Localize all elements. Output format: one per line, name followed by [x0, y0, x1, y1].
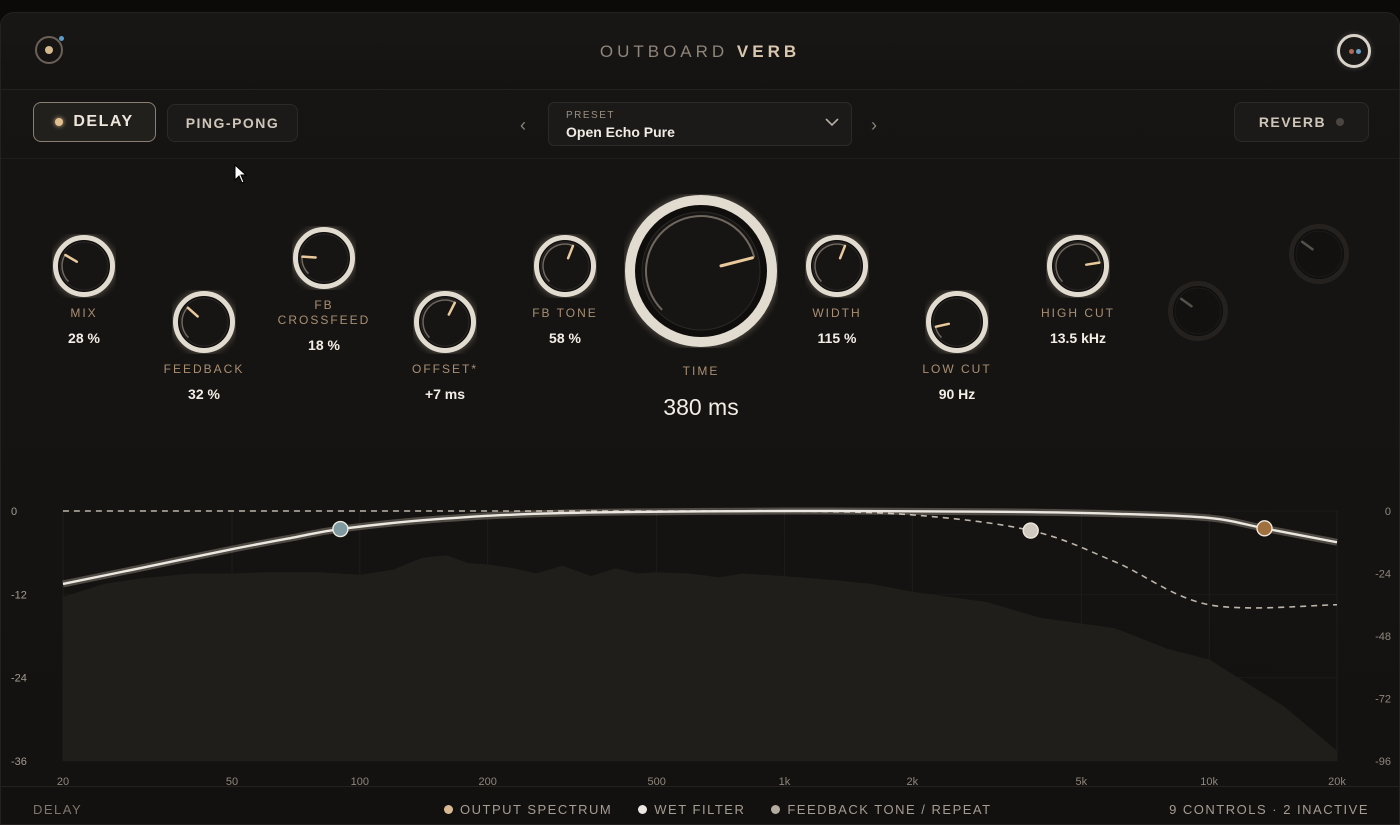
title-bold: VERB [736, 42, 801, 61]
chevron-down-icon [825, 114, 839, 130]
knob-fb-crossfeed[interactable]: FB CROSSFEED 18 % [269, 226, 379, 353]
knob-feedback-dial[interactable] [172, 290, 236, 354]
plugin-title: OUTBOARD VERB [1, 42, 1399, 62]
footer-bar: DELAY OUTPUT SPECTRUM WET FILTER FEEDBACK … [1, 786, 1399, 824]
knob-high-cut-label: HIGH CUT [1041, 306, 1115, 320]
right-axis-tick: 0 [1385, 506, 1391, 518]
knob-low-cut-value: 90 Hz [938, 386, 976, 402]
right-axis-tick: -48 [1375, 631, 1391, 643]
knob-inactive-2-dial [1289, 224, 1349, 284]
preset-value: Open Echo Pure [566, 124, 675, 140]
knob-time-dial[interactable] [624, 194, 778, 348]
left-axis-tick: -24 [11, 673, 27, 685]
right-axis-tick: -72 [1375, 694, 1391, 706]
legend-label: FEEDBACK TONE / REPEAT [787, 802, 992, 817]
power-dot-right [1356, 49, 1361, 54]
knob-width-label: WIDTH [812, 306, 862, 320]
preset-label: PRESET [566, 110, 616, 121]
knob-low-cut-label: LOW CUT [922, 362, 992, 376]
knob-mix[interactable]: MIX 28 % [29, 234, 139, 346]
power-dot-left [1349, 49, 1354, 54]
left-axis-tick: -12 [11, 589, 27, 601]
preset-next-button[interactable]: › [871, 115, 877, 136]
knob-offset-dial[interactable] [413, 290, 477, 354]
left-axis-tick: -36 [11, 756, 27, 768]
knob-feedback-value: 32 % [188, 386, 220, 402]
ping-pong-label: PING-PONG [185, 115, 280, 131]
reverb-led-icon [1336, 118, 1345, 126]
legend-swatch-icon [638, 805, 648, 814]
power-icon[interactable] [1337, 34, 1371, 68]
footer-mode-label: DELAY [33, 802, 83, 817]
knob-width-value: 115 % [817, 330, 857, 346]
knob-offset-label: OFFSET* [411, 362, 478, 376]
title-light: OUTBOARD [599, 42, 729, 61]
knob-high-cut-dial[interactable] [1046, 234, 1110, 298]
knob-width[interactable]: WIDTH 115 % [782, 234, 892, 346]
knob-width-dial[interactable] [805, 234, 869, 298]
legend-label: WET FILTER [654, 802, 746, 817]
delay-button[interactable]: DELAY [33, 102, 156, 142]
toolbar: DELAY PING-PONG ‹ PRESET Open Echo Pure … [1, 90, 1399, 159]
mouse-cursor-icon [234, 164, 248, 184]
knob-mix-value: 28 % [68, 330, 100, 346]
delay-button-label: DELAY [73, 113, 134, 130]
reverb-button-label: REVERB [1258, 114, 1327, 130]
knob-low-cut[interactable]: LOW CUT 90 Hz [902, 290, 1012, 402]
knob-high-cut-value: 13.5 kHz [1049, 330, 1107, 346]
knob-time-value: 380 ms [663, 394, 739, 420]
knob-high-cut[interactable]: HIGH CUT 13.5 kHz [1023, 234, 1133, 346]
logo-dot [59, 36, 64, 41]
right-axis-tick: -96 [1375, 756, 1391, 768]
preset-prev-button[interactable]: ‹ [520, 115, 526, 136]
knob-fb-tone-label: FB TONE [532, 306, 598, 320]
header-bar: OUTBOARD VERB [1, 13, 1399, 90]
knob-fb-tone-dial[interactable] [533, 234, 597, 298]
fb-tone-handle[interactable] [1022, 522, 1039, 539]
low-cut-handle[interactable] [332, 520, 349, 538]
legend-swatch-icon [444, 805, 453, 814]
knob-inactive-1 [1143, 280, 1253, 342]
knob-mix-label: MIX [70, 306, 98, 320]
legend-swatch-icon [771, 805, 781, 814]
knob-inactive-1-dial [1168, 281, 1228, 341]
knob-inactive-2 [1264, 223, 1374, 285]
frequency-response-graph[interactable]: 20 50 100 200 500 1k 2k 5k 10k 20k0-12-24-360-24-… [1, 489, 1399, 789]
preset-dropdown[interactable]: PRESET Open Echo Pure [548, 102, 852, 146]
knob-time-label: TIME [682, 364, 720, 378]
controls-count: 9 CONTROLS · 2 INACTIVE [1169, 802, 1369, 817]
legend-item[interactable]: OUTPUT SPECTRUM [444, 802, 612, 817]
knob-time[interactable]: TIME 380 ms [624, 194, 778, 421]
high-cut-handle[interactable] [1256, 520, 1273, 537]
legend-label: OUTPUT SPECTRUM [460, 802, 613, 817]
knob-feedback-label: FEEDBACK [163, 362, 245, 376]
series-output-spectrum [63, 555, 1337, 761]
knob-fb-tone-value: 58 % [549, 330, 581, 346]
knob-fb-tone[interactable]: FB TONE 58 % [510, 234, 620, 346]
plugin-panel: OUTBOARD VERB DELAY PING-PONG ‹ PRESET O… [0, 12, 1400, 825]
legend-item[interactable]: FEEDBACK TONE / REPEAT [771, 802, 991, 817]
knob-fb-crossfeed-value: 18 % [308, 337, 340, 353]
knob-mix-dial[interactable] [52, 234, 116, 298]
reverb-button[interactable]: REVERB [1234, 102, 1369, 142]
left-axis-tick: 0 [11, 506, 17, 518]
ping-pong-button[interactable]: PING-PONG [167, 104, 298, 142]
knob-offset[interactable]: OFFSET* +7 ms [390, 290, 500, 402]
knob-feedback[interactable]: FEEDBACK 32 % [149, 290, 259, 402]
right-axis-tick: -24 [1375, 569, 1391, 581]
legend-item[interactable]: WET FILTER [638, 802, 745, 817]
delay-led-icon [55, 118, 64, 126]
knob-fb-crossfeed-dial[interactable] [292, 226, 356, 290]
knob-low-cut-dial[interactable] [925, 290, 989, 354]
graph-legend: OUTPUT SPECTRUM WET FILTER FEEDBACK TONE /… [444, 802, 992, 817]
knob-fb-crossfeed-label: FB CROSSFEED [277, 298, 371, 327]
knob-offset-value: +7 ms [424, 386, 466, 402]
